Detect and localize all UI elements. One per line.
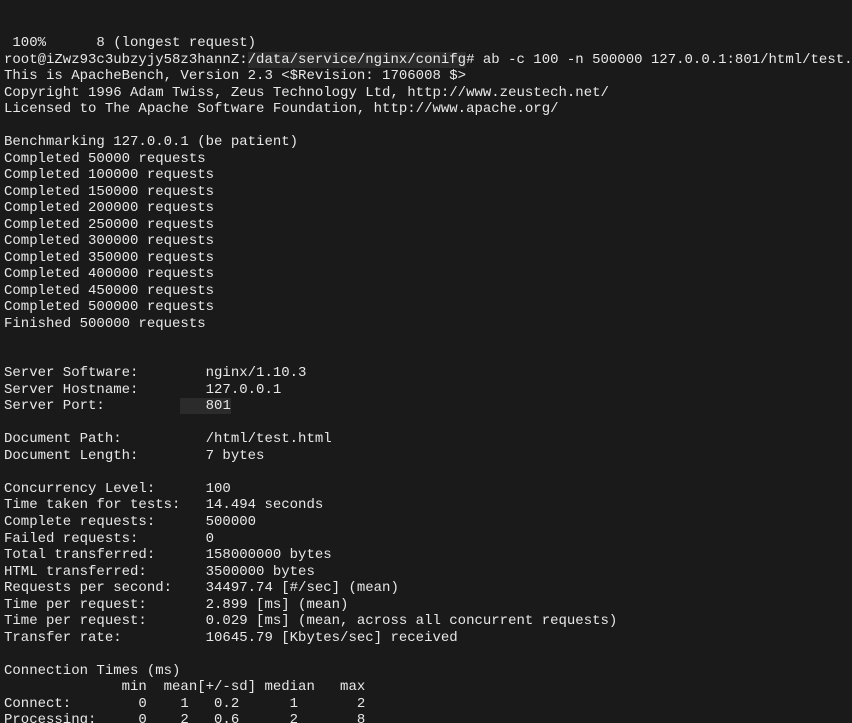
- completed-line: Completed 300000 requests: [4, 233, 214, 249]
- complete-requests: Complete requests: 500000: [4, 514, 256, 530]
- requests-per-second: Requests per second: 34497.74 [#/sec] (m…: [4, 580, 399, 596]
- copyright-line: Copyright 1996 Adam Twiss, Zeus Technolo…: [4, 85, 609, 101]
- conn-times-title: Connection Times (ms): [4, 663, 180, 679]
- time-taken: Time taken for tests: 14.494 seconds: [4, 497, 323, 513]
- completed-line: Completed 250000 requests: [4, 217, 214, 233]
- transfer-rate: Transfer rate: 10645.79 [Kbytes/sec] rec…: [4, 630, 458, 646]
- completed-line: Completed 350000 requests: [4, 250, 214, 266]
- license-line: Licensed to The Apache Software Foundati…: [4, 101, 559, 117]
- completed-line: Completed 500000 requests: [4, 299, 214, 315]
- completed-line: Completed 400000 requests: [4, 266, 214, 282]
- completed-line: Completed 200000 requests: [4, 200, 214, 216]
- completed-line: Completed 50000 requests: [4, 151, 206, 167]
- doc-path: Document Path: /html/test.html: [4, 431, 332, 447]
- ab-version: This is ApacheBench, Version 2.3 <$Revis…: [4, 68, 466, 84]
- benchmarking-line: Benchmarking 127.0.0.1 (be patient): [4, 134, 298, 150]
- completed-line: Completed 100000 requests: [4, 167, 214, 183]
- conn-connect: Connect: 0 1 0.2 1 2: [4, 696, 365, 712]
- server-software: Server Software: nginx/1.10.3: [4, 365, 306, 381]
- completed-line: Completed 450000 requests: [4, 283, 214, 299]
- server-hostname: Server Hostname: 127.0.0.1: [4, 382, 281, 398]
- html-transferred: HTML transferred: 3500000 bytes: [4, 564, 315, 580]
- server-port: Server Port: 801: [4, 398, 231, 414]
- conn-times-header: min mean[+/-sd] median max: [4, 679, 365, 695]
- doc-length: Document Length: 7 bytes: [4, 448, 264, 464]
- time-per-request: Time per request: 2.899 [ms] (mean): [4, 597, 348, 613]
- failed-requests: Failed requests: 0: [4, 531, 214, 547]
- progress-line: 100% 8 (longest request): [4, 35, 256, 51]
- finished-line: Finished 500000 requests: [4, 316, 206, 332]
- completed-line: Completed 150000 requests: [4, 184, 214, 200]
- conn-processing: Processing: 0 2 0.6 2 8: [4, 712, 365, 723]
- time-per-request-concurrent: Time per request: 0.029 [ms] (mean, acro…: [4, 613, 617, 629]
- concurrency-level: Concurrency Level: 100: [4, 481, 231, 497]
- prompt-line: root@iZwz93c3ubzyjy58z3hannZ:/data/servi…: [4, 52, 852, 68]
- terminal[interactable]: 100% 8 (longest request) root@iZwz93c3ub…: [0, 33, 852, 723]
- total-transferred: Total transferred: 158000000 bytes: [4, 547, 332, 563]
